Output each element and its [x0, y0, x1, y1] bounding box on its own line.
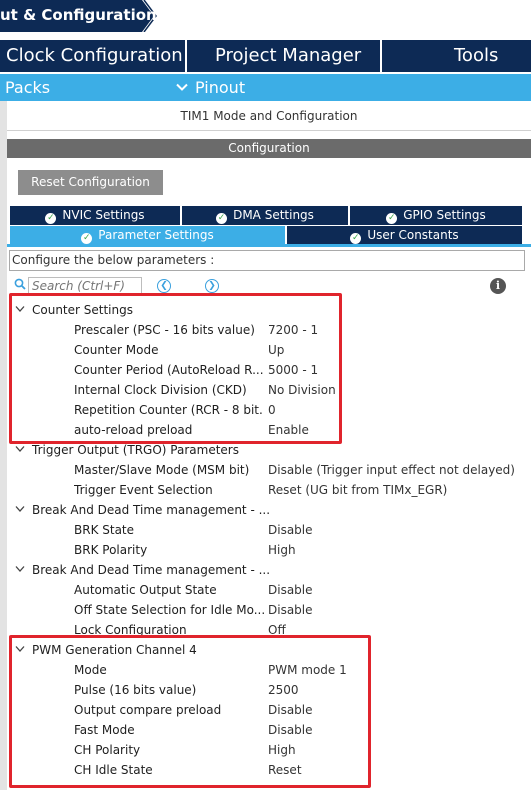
reset-configuration-button[interactable]: Reset Configuration: [18, 170, 163, 195]
check-circle-icon: ✓: [216, 213, 228, 224]
breadcrumb-label: ut & Configuration: [0, 6, 157, 24]
tab-user-constants[interactable]: ✓ User Constants: [287, 226, 522, 245]
tab-clock-configuration[interactable]: Clock Configuration: [6, 40, 183, 72]
menu-pinout[interactable]: Pinout: [195, 74, 245, 101]
configuration-header: Configuration: [7, 139, 531, 158]
param-row[interactable]: BRK State Disable: [0, 520, 531, 540]
chevron-down-icon: [15, 566, 25, 572]
tab-label: User Constants: [367, 228, 459, 242]
tab-project-manager[interactable]: Project Manager: [215, 40, 361, 72]
check-circle-icon: ✓: [81, 233, 93, 244]
group-label: Break And Dead Time management - ...: [32, 563, 271, 577]
highlight-box-pwm-channel: [9, 635, 371, 788]
chevron-down-icon: [176, 83, 188, 91]
chevron-down-icon: [15, 506, 25, 512]
tab-separator: [380, 40, 382, 72]
search-next-icon[interactable]: ❯: [205, 279, 219, 293]
main-tab-bar: Clock Configuration Project Manager Tool…: [0, 40, 531, 72]
param-row[interactable]: Automatic Output State Disable: [0, 580, 531, 600]
sub-menu-bar: Packs Pinout: [0, 74, 531, 101]
tab-tools[interactable]: Tools: [454, 40, 498, 72]
param-name: Automatic Output State: [74, 583, 217, 597]
group-break-dead-time[interactable]: Break And Dead Time management - ...: [0, 560, 531, 580]
param-value: Disable: [268, 583, 313, 597]
param-row[interactable]: Trigger Event Selection Reset (UG bit fro…: [0, 480, 531, 500]
param-name: BRK State: [74, 523, 135, 537]
tab-underline: [7, 244, 531, 247]
tab-gpio-settings[interactable]: ✓ GPIO Settings: [350, 206, 522, 225]
menu-packs[interactable]: Packs: [5, 74, 50, 101]
configure-hint: Configure the below parameters :: [9, 250, 525, 271]
check-circle-icon: ✓: [386, 213, 398, 224]
param-name: BRK Polarity: [74, 543, 148, 557]
tab-label: NVIC Settings: [62, 208, 145, 222]
param-name: Master/Slave Mode (MSM bit): [74, 463, 250, 477]
group-break-dead-time[interactable]: Break And Dead Time management - ...: [0, 500, 531, 520]
group-label: Break And Dead Time management - ...: [32, 503, 271, 517]
tab-label: Parameter Settings: [98, 228, 214, 242]
param-value: Disable: [268, 523, 313, 537]
param-name: Trigger Event Selection: [74, 483, 213, 497]
param-row[interactable]: Off State Selection for Idle Mo... Disabl…: [0, 600, 531, 620]
search-icon: [14, 278, 26, 290]
tab-separator: [185, 40, 187, 72]
check-circle-icon: ✓: [45, 213, 57, 224]
breadcrumb[interactable]: ut & Configuration: [0, 0, 531, 34]
tab-label: DMA Settings: [233, 208, 314, 222]
tab-label: GPIO Settings: [403, 208, 486, 222]
info-icon[interactable]: i: [490, 278, 506, 294]
param-row[interactable]: BRK Polarity High: [0, 540, 531, 560]
mode-title: TIM1 Mode and Configuration: [7, 101, 531, 131]
search-previous-icon[interactable]: ❮: [157, 279, 171, 293]
param-value: Disable (Trigger input effect not delaye…: [268, 463, 515, 477]
highlight-box-counter-settings: [9, 293, 342, 444]
tab-nvic-settings[interactable]: ✓ NVIC Settings: [10, 206, 180, 225]
param-name: Off State Selection for Idle Mo...: [74, 603, 264, 617]
param-row[interactable]: Master/Slave Mode (MSM bit) Disable (Trig…: [0, 460, 531, 480]
param-value: Disable: [268, 603, 313, 617]
tab-dma-settings[interactable]: ✓ DMA Settings: [182, 206, 348, 225]
tab-parameter-settings[interactable]: ✓ Parameter Settings: [10, 226, 285, 245]
chevron-down-icon: [15, 446, 25, 452]
check-circle-icon: ✓: [350, 233, 362, 244]
param-value: High: [268, 543, 296, 557]
param-value: Reset (UG bit from TIMx_EGR): [268, 483, 448, 497]
